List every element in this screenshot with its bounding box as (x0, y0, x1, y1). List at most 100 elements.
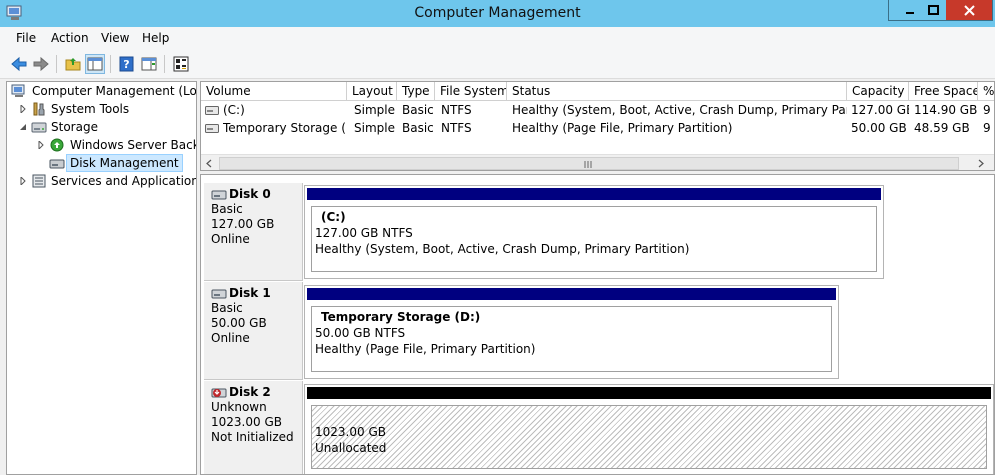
cell-capacity: 127.00 GB (851, 103, 909, 117)
disk-2-label[interactable]: Disk 2 Unknown 1023.00 GB Not Initialize… (204, 381, 303, 474)
scroll-right-icon[interactable] (977, 159, 985, 168)
services-icon (32, 174, 46, 188)
tree-item-label: Windows Server Backup (70, 138, 196, 152)
window-title: Computer Management (414, 5, 581, 21)
cell-type: Basic (402, 103, 434, 117)
disk-state: Not Initialized (211, 430, 294, 444)
grip-icon (584, 161, 592, 168)
disk-name: Disk 0 (229, 187, 271, 201)
scroll-left-icon[interactable] (205, 159, 213, 168)
toolbar: ? (0, 49, 995, 79)
show-action-pane-icon[interactable] (140, 55, 158, 73)
forward-arrow-icon[interactable] (32, 55, 50, 73)
show-console-tree-icon[interactable] (85, 54, 105, 74)
toolbar-separator (56, 55, 57, 73)
column-header-file-system[interactable]: File System (435, 82, 507, 101)
disk-kind: Basic (211, 301, 243, 315)
collapse-arrow-icon[interactable] (19, 123, 27, 131)
primary-partition-bar (307, 288, 836, 300)
disk-kind: Unknown (211, 400, 267, 414)
column-header-status[interactable]: Status (507, 82, 847, 101)
disk-name: Disk 1 (229, 286, 271, 300)
expand-arrow-icon[interactable] (19, 177, 27, 185)
cell-layout: Simple (354, 103, 395, 117)
properties-icon[interactable] (172, 55, 190, 73)
backup-icon (50, 138, 64, 152)
cell-layout: Simple (354, 121, 395, 135)
partition-status: Healthy (System, Boot, Active, Crash Dum… (315, 242, 690, 256)
unallocated-space[interactable]: 1023.00 GB Unallocated (304, 384, 994, 474)
storage-icon (31, 122, 47, 133)
cell-free-space: 114.90 GB (914, 103, 978, 117)
title-bar[interactable]: Computer Management (0, 0, 995, 27)
disk-icon (211, 289, 227, 298)
maximize-button[interactable] (920, 0, 946, 20)
partition-status: Healthy (Page File, Primary Partition) (315, 342, 536, 356)
help-icon[interactable]: ? (118, 55, 136, 73)
close-button[interactable] (946, 0, 992, 20)
disk-size: 50.00 GB (211, 316, 267, 330)
cell-file-system: NTFS (441, 121, 472, 135)
disk-state: Online (211, 331, 250, 345)
disk-kind: Basic (211, 202, 243, 216)
drive-icon (205, 124, 219, 133)
tree-item-label: System Tools (51, 102, 130, 116)
partition-title: (C:) (321, 210, 346, 224)
expand-arrow-icon[interactable] (19, 105, 27, 113)
disk-management-icon (49, 159, 65, 169)
partition-c[interactable]: (C:) 127.00 GB NTFS Healthy (System, Boo… (304, 185, 884, 279)
disk-0-label[interactable]: Disk 0 Basic 127.00 GB Online (204, 183, 303, 281)
up-folder-icon[interactable] (64, 55, 82, 73)
partition-body[interactable]: Temporary Storage (D:) 50.00 GB NTFS Hea… (311, 306, 832, 372)
cell-status: Healthy (System, Boot, Active, Crash Dum… (512, 103, 847, 117)
partition-d[interactable]: Temporary Storage (D:) 50.00 GB NTFS Hea… (304, 285, 839, 379)
menu-help[interactable]: Help (142, 31, 169, 45)
scrollbar-thumb[interactable] (219, 157, 959, 170)
partition-body[interactable]: (C:) 127.00 GB NTFS Healthy (System, Boo… (311, 206, 877, 272)
svg-text:?: ? (123, 58, 129, 71)
main-window: Computer Management File Action View Hel… (0, 0, 995, 475)
tree-item-label: Computer Management (Local) (32, 84, 197, 98)
back-arrow-icon[interactable] (10, 55, 28, 73)
disk-state: Online (211, 232, 250, 246)
tree-item-label: Disk Management (66, 154, 183, 172)
menu-view[interactable]: View (101, 31, 129, 45)
tools-icon (33, 102, 45, 116)
close-icon (963, 4, 975, 16)
disk-not-initialized-icon (211, 388, 227, 397)
cell-percent-free: 9 (983, 103, 991, 117)
unallocated-body[interactable]: 1023.00 GB Unallocated (311, 405, 987, 469)
console-tree: Computer Management (Local) System Tools… (6, 81, 197, 475)
volume-list: Volume Layout Type File System Status Ca… (200, 81, 995, 171)
partition-size: 50.00 GB NTFS (315, 326, 406, 340)
menu-file[interactable]: File (16, 31, 36, 45)
column-header-layout[interactable]: Layout (347, 82, 397, 101)
menu-action[interactable]: Action (51, 31, 89, 45)
cell-percent-free: 9 (983, 121, 991, 135)
disk-name: Disk 2 (229, 385, 271, 399)
cell-file-system: NTFS (441, 103, 472, 117)
column-header-capacity[interactable]: Capacity (847, 82, 909, 101)
cell-capacity: 50.00 GB (851, 121, 907, 135)
column-header-free-space[interactable]: Free Space (909, 82, 978, 101)
toolbar-separator (164, 55, 165, 73)
unallocated-status: Unallocated (315, 441, 387, 455)
unallocated-bar (307, 387, 991, 399)
cell-type: Basic (402, 121, 434, 135)
unallocated-size: 1023.00 GB (315, 425, 386, 439)
expand-arrow-icon[interactable] (37, 141, 45, 149)
menu-bar: File Action View Help (0, 27, 995, 49)
tree-item-label: Storage (51, 120, 98, 134)
column-header-type[interactable]: Type (397, 82, 435, 101)
column-header-volume[interactable]: Volume (201, 82, 347, 101)
disk-graphical-view: Disk 0 Basic 127.00 GB Online (C:) 127.0… (200, 174, 995, 475)
disk-1-label[interactable]: Disk 1 Basic 50.00 GB Online (204, 282, 303, 380)
primary-partition-bar (307, 188, 881, 200)
computer-management-icon (11, 84, 25, 97)
horizontal-scrollbar[interactable] (201, 154, 994, 170)
column-header-percent-free[interactable]: % (978, 82, 994, 101)
disk-size: 1023.00 GB (211, 415, 282, 429)
tree-item-label: Services and Applications (51, 174, 197, 188)
cell-volume: Temporary Storage (D:) (223, 121, 347, 135)
toolbar-separator (110, 55, 111, 73)
